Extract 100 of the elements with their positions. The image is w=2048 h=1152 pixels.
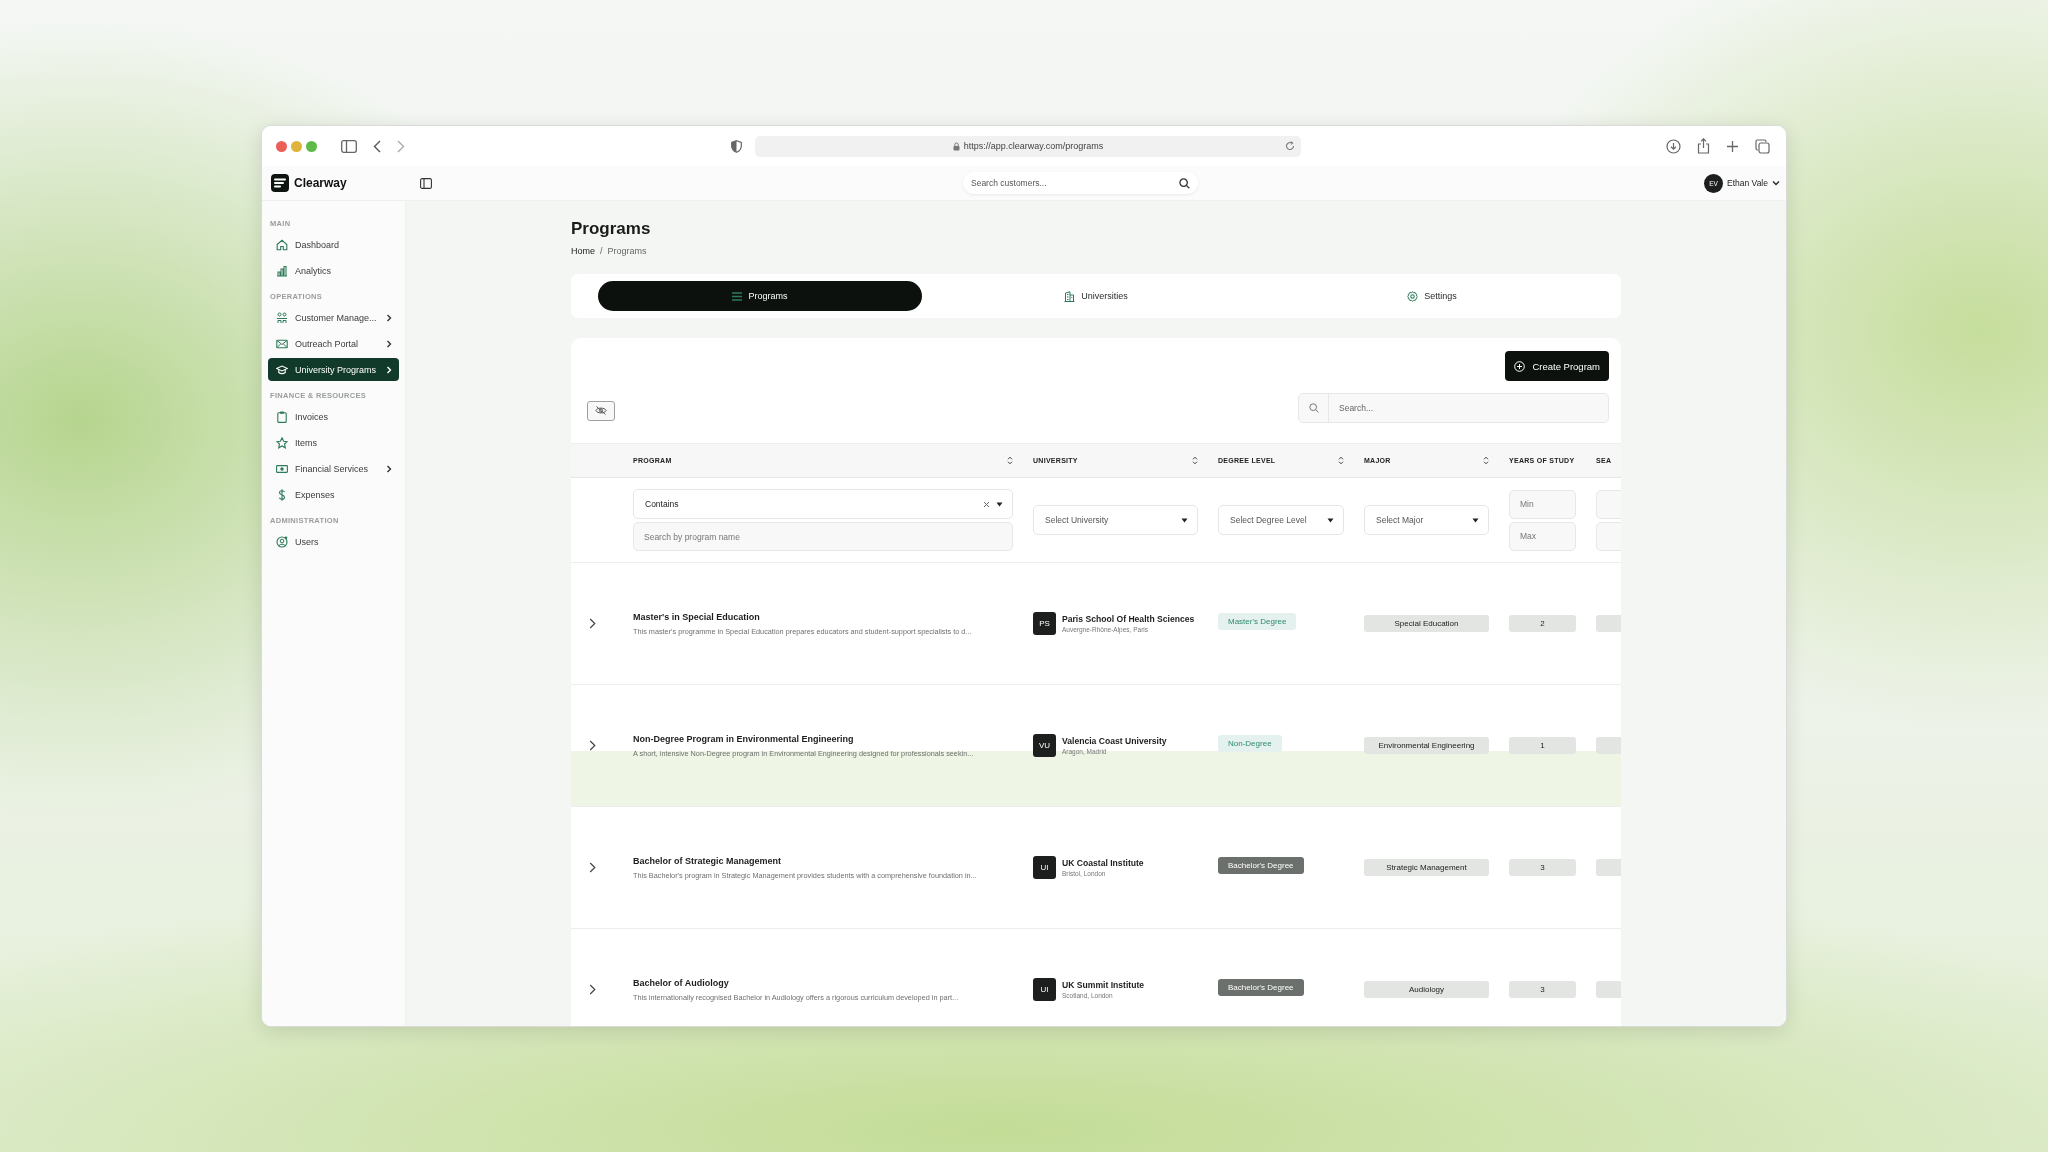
star-icon [276,436,288,449]
breadcrumb-separator: / [600,246,603,256]
envelope-icon [276,337,288,350]
years-of-study-value: 2 [1509,615,1576,632]
window-close-button[interactable] [276,140,287,152]
expand-icon[interactable] [588,984,596,995]
expand-icon[interactable] [588,862,596,873]
building-icon [1064,290,1076,302]
major-tag: Audiology [1364,981,1489,998]
program-name[interactable]: Bachelor of Audiology [633,977,729,988]
caret-icon [1181,517,1188,523]
chevron-right-icon [386,464,392,473]
banknote-icon [276,462,288,475]
degree-level-tag: Master's Degree [1218,612,1297,630]
sort-icon[interactable] [1483,456,1489,465]
years-of-study-value: 3 [1509,981,1576,998]
chevron-right-icon [386,365,392,374]
sidebar-item[interactable]: Dashboard [268,233,399,256]
clear-icon[interactable] [983,500,990,508]
shield-icon[interactable] [731,139,742,153]
graduation-cap-icon [276,363,288,376]
degree-level-tag: Bachelor's Degree [1218,856,1304,874]
min-field[interactable]: Min [1509,489,1576,519]
create-program-button[interactable]: Create Program [1505,351,1609,381]
tab[interactable]: Settings [1270,281,1594,311]
program-name[interactable]: Non-Degree Program in Environmental Engineering [633,733,854,744]
university-avatar: UI [1033,978,1056,1001]
degree-level-tag: Bachelor's Degree [1218,978,1304,996]
settings-icon [1407,290,1419,302]
tabs-overview-icon[interactable] [1755,138,1770,154]
page-title: Programs [571,218,652,240]
clipboard-icon [276,410,288,423]
people-icon [276,311,288,324]
sidebar-toggle-icon[interactable] [341,139,357,153]
university-name: Valencia Coast University [1062,736,1167,746]
plus-circle-icon [1514,360,1526,372]
reload-icon[interactable] [1285,140,1295,151]
new-tab-icon[interactable] [1726,139,1739,153]
university-name: UK Summit Institute [1062,980,1145,990]
sidebar-item[interactable]: Items [268,431,399,454]
logo-icon [271,174,289,192]
caret-icon [996,501,1003,507]
major-tag: Special Education [1364,615,1489,632]
university-name: Paris School Of Health Sciences [1062,614,1195,624]
chevron-right-icon [386,313,392,322]
sort-icon[interactable] [1007,456,1013,465]
match-select[interactable]: Contains [633,489,1013,519]
major-tag: Strategic Management [1364,859,1489,876]
download-icon[interactable] [1666,138,1681,154]
user-name[interactable]: Ethan Vale [1727,178,1768,188]
url-text: https://app.clearway.com/programs [963,141,1104,151]
bar-chart-icon [276,264,288,277]
program-name[interactable]: Master's in Special Education [633,611,760,622]
breadcrumb-link[interactable]: Home [571,246,595,256]
university-avatar: VU [1033,734,1056,757]
address-bar[interactable]: https://app.clearway.com/programs [755,135,1301,157]
caret-icon [1327,517,1334,523]
university-select[interactable]: Select University [1033,505,1198,535]
lock-icon [952,141,960,151]
years-of-study-value: 3 [1509,859,1576,876]
max-field[interactable]: Max [1509,521,1576,551]
search-field[interactable]: Search... [1298,393,1609,423]
share-icon[interactable] [1697,138,1710,154]
sidebar-item[interactable]: Analytics [268,259,399,282]
search-icon[interactable] [1179,177,1190,189]
search-field[interactable]: Search customers... [963,172,1198,194]
sidebar-item[interactable]: Invoices [268,405,399,428]
tab[interactable]: Programs [598,281,922,311]
sidebar-item[interactable]: Outreach Portal [268,332,399,355]
sidebar-item[interactable]: Customer Manage... [268,306,399,329]
major-tag: Environmental Engineering [1364,737,1489,754]
app-name: Clearway [294,176,347,190]
major-select[interactable]: Select Major [1364,505,1489,535]
sidebar-item[interactable]: University Programs [268,358,399,381]
chevron-right-icon [386,339,392,348]
program-name[interactable]: Bachelor of Strategic Management [633,855,782,866]
hide-columns-button[interactable] [587,400,615,421]
sidebar-toggle-icon[interactable] [420,177,432,189]
degree-level-tag: Non-Degree [1218,734,1282,752]
list-icon [732,291,743,301]
search-icon [1308,403,1319,413]
sort-icon[interactable] [1192,456,1198,465]
home-icon [276,238,288,251]
degree-level-select[interactable]: Select Degree Level [1218,505,1344,535]
university-name: UK Coastal Institute [1062,858,1144,868]
sort-icon[interactable] [1338,456,1344,465]
tab[interactable]: Universities [934,281,1258,311]
program-search-field[interactable]: Search by program name [633,522,1013,551]
sidebar-item[interactable]: Expenses [268,483,399,506]
back-icon[interactable] [373,139,381,153]
expand-icon[interactable] [588,740,596,751]
dollar-icon [276,488,288,501]
university-avatar: UI [1033,856,1056,879]
chevron-down-icon[interactable] [1772,180,1780,186]
eye-off-icon [595,406,607,415]
sidebar-item[interactable]: Financial Services [268,457,399,480]
sidebar-item[interactable]: Users [268,530,399,553]
caret-icon [1472,517,1479,523]
university-avatar: PS [1033,612,1056,635]
expand-icon[interactable] [588,618,596,629]
